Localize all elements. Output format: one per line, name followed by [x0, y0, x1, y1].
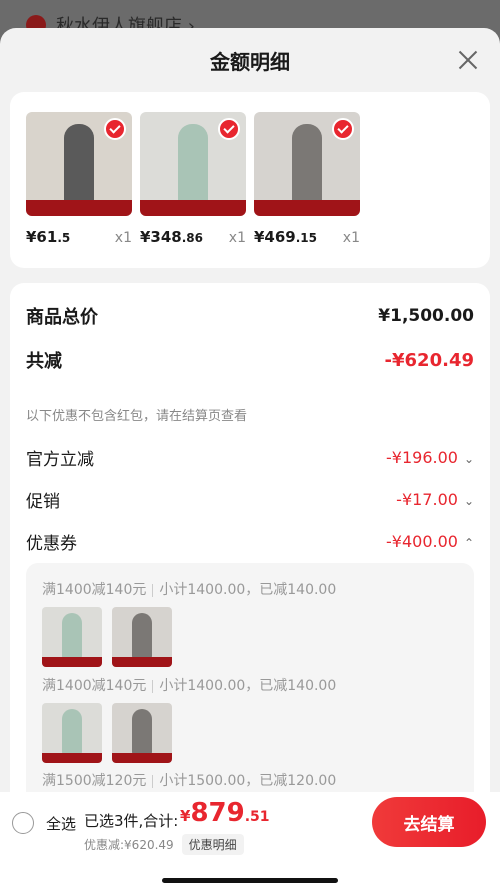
product-price-band: [26, 200, 132, 216]
product-item[interactable]: ¥469.15 x1: [254, 112, 360, 246]
sheet-title: 金额明细: [210, 50, 290, 74]
close-icon[interactable]: [456, 48, 480, 72]
reduce-row: 共减 -¥620.49: [26, 347, 474, 373]
selected-count: 已选3件,合计:: [84, 812, 179, 830]
product-price: ¥348.86: [140, 228, 204, 246]
coupon-detail: 小计1500.00，已减120.00: [159, 773, 337, 789]
product-figure: [62, 709, 82, 755]
promo-label: 促销: [26, 492, 60, 512]
official-discount-label: 官方立减: [26, 450, 94, 470]
coupon-detail: 小计1400.00，已减140.00: [159, 678, 337, 694]
divider: [152, 679, 154, 693]
product-price-band: [254, 200, 360, 216]
currency-symbol: ¥: [180, 807, 191, 825]
coupon-rule: 满1400减140元: [42, 582, 147, 598]
product-figure: [292, 124, 322, 204]
total-int: 879: [190, 798, 245, 828]
product-price-row: ¥61.5 x1: [26, 228, 132, 246]
discount-text: 优惠减:¥620.49: [84, 838, 174, 852]
home-indicator: [162, 878, 338, 883]
divider: [152, 774, 154, 788]
product-quantity: x1: [342, 230, 360, 246]
select-all-radio[interactable]: [12, 812, 34, 834]
product-price: ¥469.15: [254, 228, 318, 246]
chevron-down-icon: ⌄: [463, 494, 474, 508]
coupon-row[interactable]: 优惠券 -¥400.00 ⌃: [26, 529, 474, 554]
plaid-skirt-product-image: [26, 112, 132, 216]
total-value: ¥1,500.00: [378, 306, 474, 326]
reduce-label: 共减: [26, 351, 62, 372]
green-hoodie-product-image: [140, 112, 246, 216]
thumb-band: [42, 753, 102, 763]
checkout-bar: 全选 已选3件,合计: ¥ 879 .51 优惠减:¥620.49 优惠明细 去…: [0, 792, 500, 895]
product-price-row: ¥469.15 x1: [254, 228, 360, 246]
official-discount-row[interactable]: 官方立减 -¥196.00 ⌄: [26, 445, 474, 470]
grey-coat-thumb[interactable]: [112, 607, 172, 667]
coupon-label: 优惠券: [26, 534, 77, 554]
chevron-up-icon: ⌃: [463, 536, 474, 550]
product-item[interactable]: ¥61.5 x1: [26, 112, 132, 246]
detail-tag-button[interactable]: 优惠明细: [181, 834, 244, 855]
amount-detail-sheet: 金额明细 ¥61.5 x1 ¥348.86 x1 ¥469.15 x1 商品总价…: [0, 28, 500, 895]
coupon-detail: 小计1400.00，已减140.00: [159, 582, 337, 598]
product-figure: [132, 709, 152, 755]
coupon-value: -¥400.00 ⌃: [386, 532, 474, 551]
total-dec: .51: [244, 809, 270, 825]
green-hoodie-thumb[interactable]: [42, 703, 102, 763]
checkout-button[interactable]: 去结算: [372, 797, 486, 847]
coupon-line: 满1500减120元 小计1500.00，已减120.00: [42, 770, 336, 790]
product-figure: [64, 124, 94, 204]
product-price: ¥61.5: [26, 228, 71, 246]
grey-coat-product-image: [254, 112, 360, 216]
thumb-band: [42, 657, 102, 667]
select-all-label[interactable]: 全选: [46, 813, 76, 834]
thumb-band: [112, 753, 172, 763]
discount-note: 以下优惠不包含红包，请在结算页查看: [26, 409, 248, 424]
selected-check-icon[interactable]: [218, 118, 240, 140]
reduce-value: -¥620.49: [384, 349, 474, 371]
product-item[interactable]: ¥348.86 x1: [140, 112, 246, 246]
total-price: ¥ 879 .51: [180, 798, 270, 828]
grey-coat-thumb[interactable]: [112, 703, 172, 763]
promo-row[interactable]: 促销 -¥17.00 ⌄: [26, 487, 474, 512]
coupon-rule: 满1400减140元: [42, 678, 147, 694]
product-quantity: x1: [228, 230, 246, 246]
product-price-row: ¥348.86 x1: [140, 228, 246, 246]
coupon-rule: 满1500减120元: [42, 773, 147, 789]
product-figure: [132, 613, 152, 659]
green-hoodie-thumb[interactable]: [42, 607, 102, 667]
selected-check-icon[interactable]: [104, 118, 126, 140]
chevron-down-icon: ⌄: [463, 452, 474, 466]
products-card: ¥61.5 x1 ¥348.86 x1 ¥469.15 x1: [10, 92, 490, 268]
thumb-band: [112, 657, 172, 667]
divider: [152, 583, 154, 597]
product-figure: [178, 124, 208, 204]
product-price-band: [140, 200, 246, 216]
discount-summary: 优惠减:¥620.49 优惠明细: [84, 834, 244, 855]
total-row: 商品总价 ¥1,500.00: [26, 303, 474, 329]
coupon-line: 满1400减140元 小计1400.00，已减140.00: [42, 675, 336, 695]
total-label: 商品总价: [26, 307, 98, 328]
product-quantity: x1: [114, 230, 132, 246]
product-figure: [62, 613, 82, 659]
promo-value: -¥17.00 ⌄: [396, 490, 474, 509]
coupon-line: 满1400减140元 小计1400.00，已减140.00: [42, 579, 336, 599]
selected-check-icon[interactable]: [332, 118, 354, 140]
official-discount-value: -¥196.00 ⌄: [386, 448, 474, 467]
